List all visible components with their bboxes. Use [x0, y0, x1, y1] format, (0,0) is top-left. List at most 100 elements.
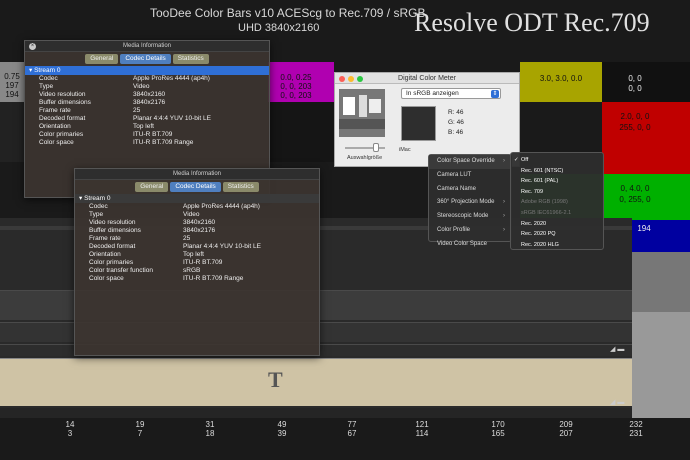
zoom-icon[interactable] [357, 76, 363, 82]
info-value: 3840x2176 [133, 99, 166, 106]
menu-item[interactable]: Camera LUT [429, 169, 511, 183]
info-key: Frame rate [89, 235, 121, 242]
stream-row[interactable]: ▾ Stream 0 [75, 194, 319, 203]
submenu-item[interactable]: Rec. 709 [511, 187, 603, 198]
info-row: Type Video [75, 211, 319, 219]
blue-value: B: 46 [448, 129, 464, 136]
chevron-right-icon: › [503, 199, 505, 206]
info-key: Orientation [39, 123, 71, 130]
info-rows: Codec Apple ProRes 4444 (ap4h) Type Video Vi… [75, 203, 319, 283]
menu-item[interactable]: Color Profile › [429, 224, 511, 238]
bar-label-red-2: 255, 0, 0 [619, 123, 651, 132]
title-clip-label: T [268, 367, 283, 392]
info-key: Decoded format [89, 243, 136, 250]
chevron-right-icon: › [503, 158, 505, 164]
info-value: 3840x2160 [133, 91, 166, 98]
bottom-col-6: 121 114 [415, 420, 429, 438]
info-value: Top left [133, 123, 154, 130]
info-value: ITU-R BT.709 Range [183, 275, 244, 282]
tab-codec-details[interactable]: Codec Details [170, 182, 221, 192]
checkmark-icon: ✓ [514, 157, 519, 163]
bar-label-red-1: 2.0, 0, 0 [620, 112, 650, 121]
chevron-right-icon: › [503, 226, 505, 233]
info-key: Video resolution [89, 219, 136, 226]
color-space-submenu[interactable]: ✓ Off Rec. 601 (NTSC) Rec. 601 (PAL) Rec. 70… [510, 152, 604, 250]
submenu-item[interactable]: Rec. 2020 PQ [511, 229, 603, 240]
info-key: Orientation [89, 251, 121, 258]
info-value: ITU-R BT.709 Range [133, 139, 194, 146]
submenu-item[interactable]: Rec. 601 (PAL) [511, 176, 603, 187]
track-expand-icon[interactable]: ◢ ▬ [610, 345, 624, 353]
info-row: Video resolution 3840x2160 [25, 91, 269, 99]
submenu-item[interactable]: Rec. 601 (NTSC) [511, 166, 603, 177]
info-key: Color primaries [89, 259, 134, 266]
info-key: Color transfer function [89, 267, 153, 274]
header-title-line2: UHD 3840x2160 [238, 22, 320, 34]
info-value: 3840x2160 [183, 219, 216, 226]
tab-bar: General Codec Details Statistics [25, 52, 269, 66]
bar-label-left-3: 194 [5, 90, 19, 99]
bottom-col-2: 19 7 [135, 420, 145, 438]
info-rows: Codec Apple ProRes 4444 (ap4h) Type Video Vi… [25, 75, 269, 147]
info-key: Video resolution [39, 91, 86, 98]
info-key: Codec [39, 75, 58, 82]
green-value: G: 46 [448, 119, 464, 126]
submenu-item[interactable]: Rec. 2020 [511, 219, 603, 230]
aperture-slider-knob[interactable] [373, 143, 379, 152]
menu-item[interactable]: 360° Projection Mode › [429, 196, 511, 210]
info-row: Type Video [25, 83, 269, 91]
media-info-panel-2[interactable]: Media Information General Codec Details … [74, 168, 320, 356]
info-row: Frame rate 25 [25, 107, 269, 115]
submenu-item: sRGB IEC61966-2.1 [521, 209, 572, 216]
submenu-item[interactable]: Rec. 2020 HLG [511, 240, 603, 251]
info-row: Orientation Top left [75, 251, 319, 259]
context-menu[interactable]: Color Space Override › Camera LUT Camera Na… [428, 154, 512, 247]
bar-label-magenta-1: 0.0, 0.25 [280, 73, 312, 82]
info-key: Decoded format [39, 115, 86, 122]
info-row: Codec Apple ProRes 4444 (ap4h) [25, 75, 269, 83]
info-value: Planar 4:4:4 YUV 10-bit LE [133, 115, 211, 122]
color-space-select[interactable]: In sRGB anzeigen ⇕ [401, 88, 501, 99]
info-row: Decoded format Planar 4:4:4 YUV 10-bit LE [25, 115, 269, 123]
bottom-col-8: 209 207 [559, 420, 573, 438]
ruler-expand-icon[interactable]: ◢ ▬ [610, 398, 624, 406]
timeline-ruler[interactable] [0, 408, 632, 418]
info-key: Type [39, 83, 54, 90]
menu-item[interactable]: Color Space Override › [429, 155, 511, 169]
bar-label-black-1: 0, 0 [628, 74, 642, 83]
info-value: Video [133, 83, 150, 90]
info-value: 25 [183, 235, 191, 242]
tab-codec-details[interactable]: Codec Details [120, 54, 171, 64]
minimize-icon[interactable] [348, 76, 354, 82]
info-key: Frame rate [39, 107, 71, 114]
panel-title: Media Information [75, 169, 319, 180]
menu-item[interactable]: Video Color Space [429, 238, 511, 252]
bar-label-green-2: 0, 255, 0 [619, 195, 651, 204]
bar-label-left-1: 0.75 [4, 72, 20, 81]
submenu-item[interactable]: ✓ Off [511, 155, 603, 166]
info-row: Color space ITU-R BT.709 Range [25, 139, 269, 147]
digital-color-meter[interactable]: Digital Color Meter In sRGB anzeigen ⇕ R… [334, 72, 520, 167]
info-row: Frame rate 25 [75, 235, 319, 243]
info-key: Buffer dimensions [39, 99, 91, 106]
tab-general[interactable]: General [85, 54, 119, 64]
aperture-slider-track[interactable] [345, 147, 385, 149]
bar-dark-left [0, 102, 24, 162]
tab-statistics[interactable]: Statistics [172, 54, 209, 64]
bottom-col-1: 14 3 [65, 420, 75, 438]
stream-row[interactable]: ▾ Stream 0 [25, 66, 269, 75]
bar-label-yellow: 3.0, 3.0, 0.0 [539, 74, 583, 83]
close-icon[interactable] [339, 76, 345, 82]
menu-item[interactable]: Stereoscopic Mode › [429, 210, 511, 224]
info-key: Color primaries [39, 131, 84, 138]
tab-statistics[interactable]: Statistics [222, 182, 259, 192]
odt-label: Resolve ODT Rec.709 [414, 8, 650, 37]
menu-item[interactable]: Camera Name [429, 183, 511, 197]
info-value: sRGB [183, 267, 201, 274]
info-value: Video [183, 211, 200, 218]
bottom-col-9: 232 231 [629, 420, 643, 438]
info-row: Buffer dimensions 3840x2176 [25, 99, 269, 107]
close-icon[interactable]: × [29, 43, 36, 50]
tab-general[interactable]: General [135, 182, 169, 192]
title-clip[interactable]: T [0, 358, 632, 406]
